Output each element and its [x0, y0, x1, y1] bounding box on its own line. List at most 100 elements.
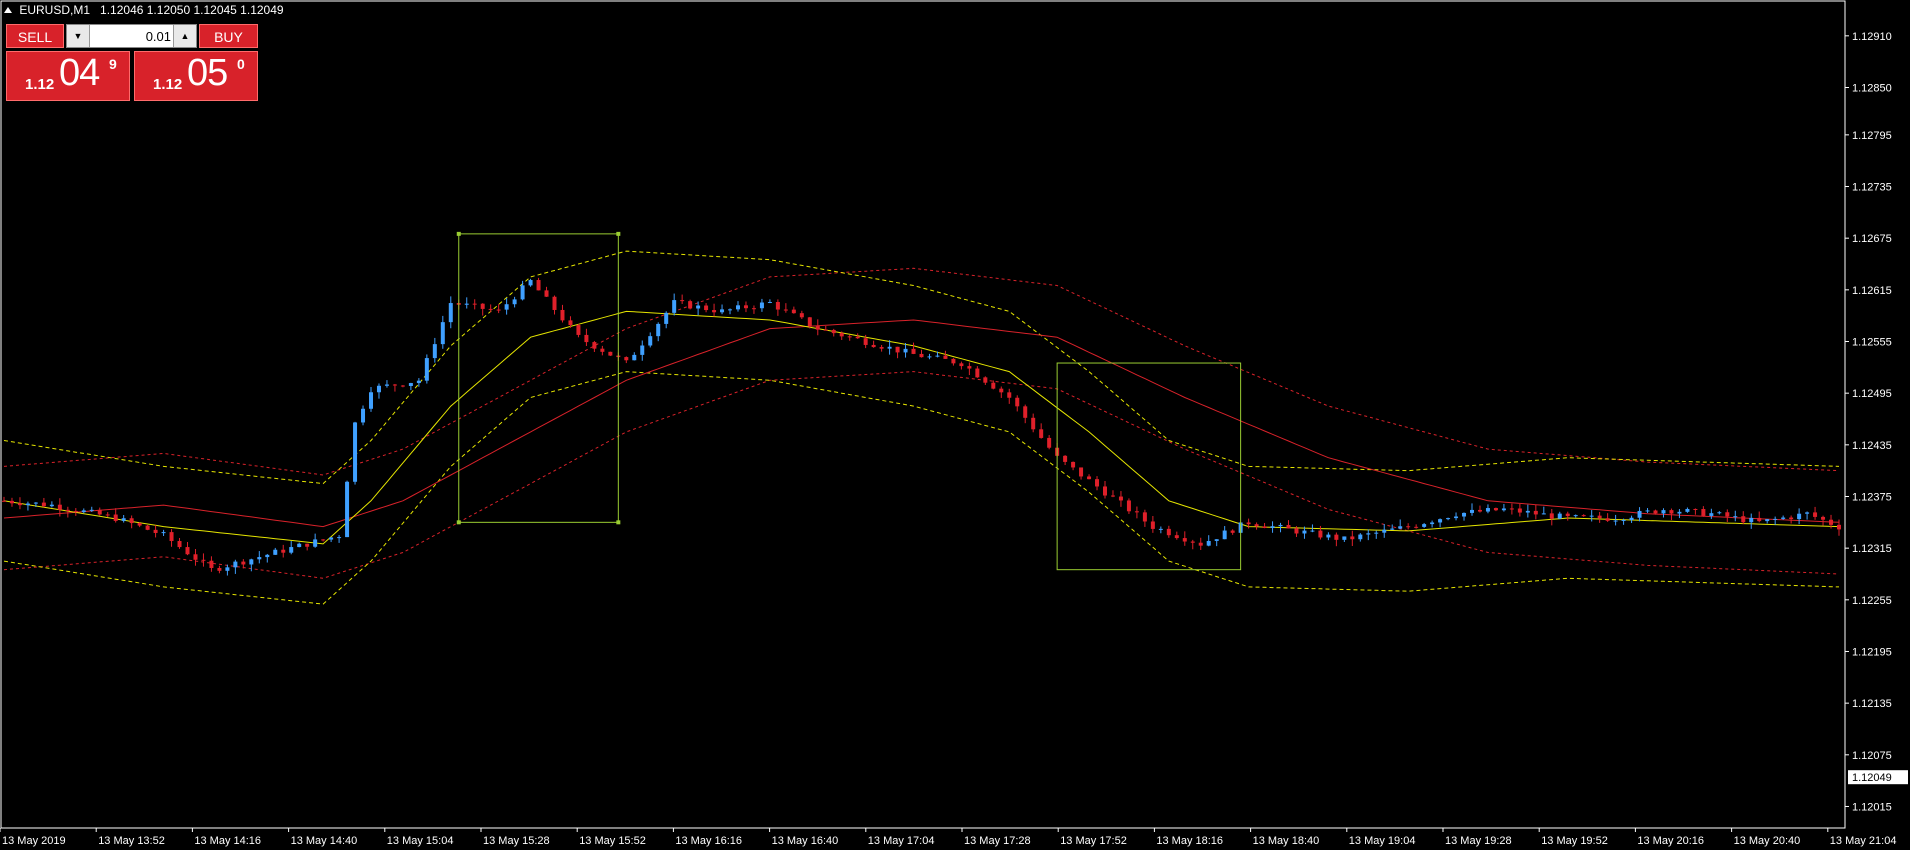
candle-body: [967, 366, 972, 369]
candle-body: [305, 543, 310, 547]
candle-body: [871, 344, 876, 348]
lot-increase-icon[interactable]: ▲: [173, 25, 196, 47]
candle-body: [791, 309, 796, 314]
candle-body: [289, 547, 294, 553]
candle-body: [249, 559, 254, 565]
sell-price-pips: 04: [59, 52, 100, 94]
candle-body: [672, 300, 677, 313]
candle-body: [113, 514, 118, 521]
candle-body: [1581, 515, 1586, 517]
candle-body: [720, 309, 725, 313]
candle-body: [983, 377, 988, 383]
candle-body: [1310, 530, 1315, 532]
candle-body: [975, 368, 980, 378]
buy-price-fraction: 0: [237, 56, 245, 72]
candle-body: [1222, 530, 1227, 540]
candle-body: [496, 309, 501, 311]
candle-body: [991, 382, 996, 389]
candle-body: [544, 290, 549, 297]
time-tick-label: 13 May 15:04: [387, 835, 454, 847]
candle-body: [815, 326, 820, 330]
candle-body: [153, 529, 158, 533]
rectangle-handle: [616, 231, 621, 236]
candle-body: [648, 336, 653, 346]
candle-body: [1182, 538, 1187, 542]
price-tick-label: 1.12075: [1852, 750, 1892, 762]
candle-body: [1390, 528, 1395, 530]
candle-body: [895, 346, 900, 353]
candle-body: [57, 504, 62, 510]
candle-body: [1103, 486, 1107, 496]
candle-body: [1007, 392, 1012, 398]
candle-body: [169, 532, 174, 542]
time-tick-label: 13 May 2019: [2, 835, 66, 847]
candle-body: [959, 363, 964, 367]
candle-body: [1254, 524, 1259, 527]
candle-body: [688, 301, 693, 309]
candle-body: [512, 299, 517, 305]
price-tick-label: 1.12910: [1852, 31, 1892, 43]
candle-body: [488, 308, 493, 310]
candle-body: [576, 325, 581, 335]
sell-price-button[interactable]: 1.12 04 9: [6, 51, 130, 101]
candle-body: [1725, 512, 1730, 517]
candle-body: [1342, 536, 1347, 540]
price-tick-label: 1.12795: [1852, 130, 1892, 142]
candle-body: [712, 310, 717, 313]
candle-body: [1645, 510, 1650, 512]
sell-button[interactable]: SELL: [6, 24, 64, 48]
candle-body: [1087, 476, 1092, 480]
candle-body: [369, 392, 373, 409]
candle-body: [1438, 519, 1443, 523]
candle-body: [1015, 397, 1020, 407]
time-tick-label: 13 May 18:40: [1253, 835, 1320, 847]
candle-body: [408, 383, 413, 386]
candle-body: [297, 543, 302, 548]
candle-body: [951, 358, 956, 364]
candle-body: [1406, 526, 1411, 528]
lot-decrease-icon[interactable]: ▼: [67, 25, 90, 47]
candle-body: [504, 304, 509, 310]
envelope-fast-lower: [3, 371, 1840, 605]
candle-body: [632, 354, 637, 361]
candle-body: [376, 385, 381, 393]
rectangle-handle: [456, 231, 461, 236]
candle-body: [520, 285, 525, 300]
candle-body: [225, 567, 230, 571]
collapse-triangle-icon[interactable]: [4, 7, 12, 13]
envelope-fast-upper: [3, 250, 1840, 485]
candle-body: [736, 305, 740, 310]
candle-body: [2, 500, 6, 502]
candle-body: [1781, 517, 1786, 519]
candle-body: [361, 408, 366, 423]
candle-body: [1039, 429, 1044, 438]
lot-size-input[interactable]: [91, 26, 171, 46]
candle-body: [656, 323, 661, 337]
candle-body: [265, 554, 270, 558]
candle-body: [1541, 513, 1546, 515]
buy-button[interactable]: BUY: [199, 24, 258, 48]
candle-body: [1549, 513, 1554, 519]
candle-body: [448, 303, 453, 323]
price-chart[interactable]: 1.12910 1.12850 1.12795 1.12735 1.12675 1.126…: [0, 0, 1910, 850]
candle-body: [161, 532, 166, 534]
candle-body: [1605, 518, 1610, 521]
candle-body: [121, 518, 126, 521]
candle-body: [528, 280, 533, 286]
rectangle-object: [1056, 362, 1242, 571]
candle-body: [129, 518, 134, 524]
candle-body: [1773, 518, 1778, 520]
candle-body: [839, 333, 844, 337]
candle-body: [1174, 535, 1179, 539]
buy-price-button[interactable]: 1.12 05 0: [134, 51, 258, 101]
buy-price-prefix: 1.12: [153, 76, 183, 93]
candle-body: [1661, 510, 1666, 514]
candle-body: [1509, 508, 1514, 510]
price-tick-label: 1.12735: [1852, 182, 1892, 194]
candle-body: [1318, 530, 1323, 538]
candle-body: [432, 344, 437, 359]
candle-body: [321, 539, 326, 541]
candle-body: [33, 502, 38, 504]
candle-body: [560, 309, 565, 321]
candle-body: [440, 322, 445, 345]
